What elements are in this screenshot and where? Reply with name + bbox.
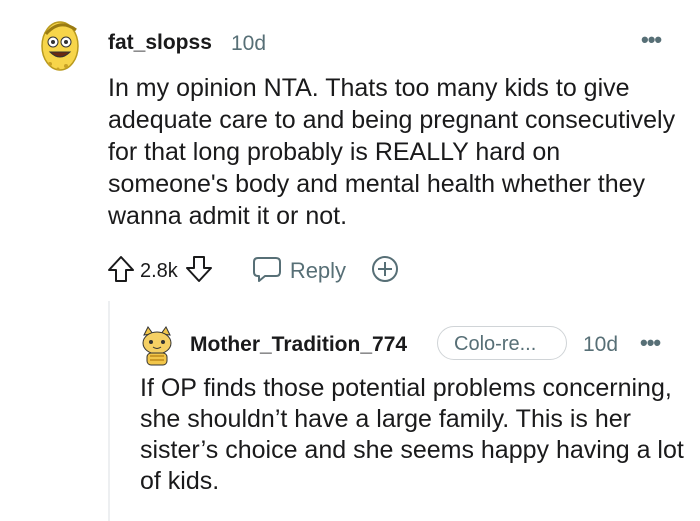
reply-more-options-icon[interactable]: ••• <box>640 330 661 356</box>
award-add-icon[interactable] <box>370 254 400 289</box>
comment-body: In my opinion NTA. Thats too many kids t… <box>108 74 676 230</box>
downvote-icon[interactable] <box>184 254 214 289</box>
reply-body: If OP finds those potential problems con… <box>140 374 684 495</box>
reply-author[interactable]: Mother_Tradition_774 <box>190 333 407 357</box>
reply-user-avatar[interactable] <box>138 325 176 367</box>
snoo-cat-avatar-icon <box>142 326 172 366</box>
reply-label: Reply <box>289 258 347 283</box>
comment-action-bar: 2.8k Reply <box>106 254 400 288</box>
comment-timestamp: 10d <box>231 32 267 55</box>
snoo-avatar-icon <box>41 21 79 71</box>
more-options-icon[interactable]: ••• <box>641 27 662 53</box>
vote-count: 2.8k <box>140 259 178 282</box>
user-avatar[interactable] <box>36 16 84 74</box>
comment-author[interactable]: fat_slopss <box>108 31 212 55</box>
chat-bubble-icon <box>252 255 282 288</box>
thread-line[interactable] <box>108 301 110 521</box>
reply-timestamp: 10d <box>583 333 619 356</box>
reply-button[interactable]: Reply <box>252 255 346 288</box>
upvote-icon[interactable] <box>106 254 136 289</box>
user-flair: Colo-re... <box>437 326 567 360</box>
